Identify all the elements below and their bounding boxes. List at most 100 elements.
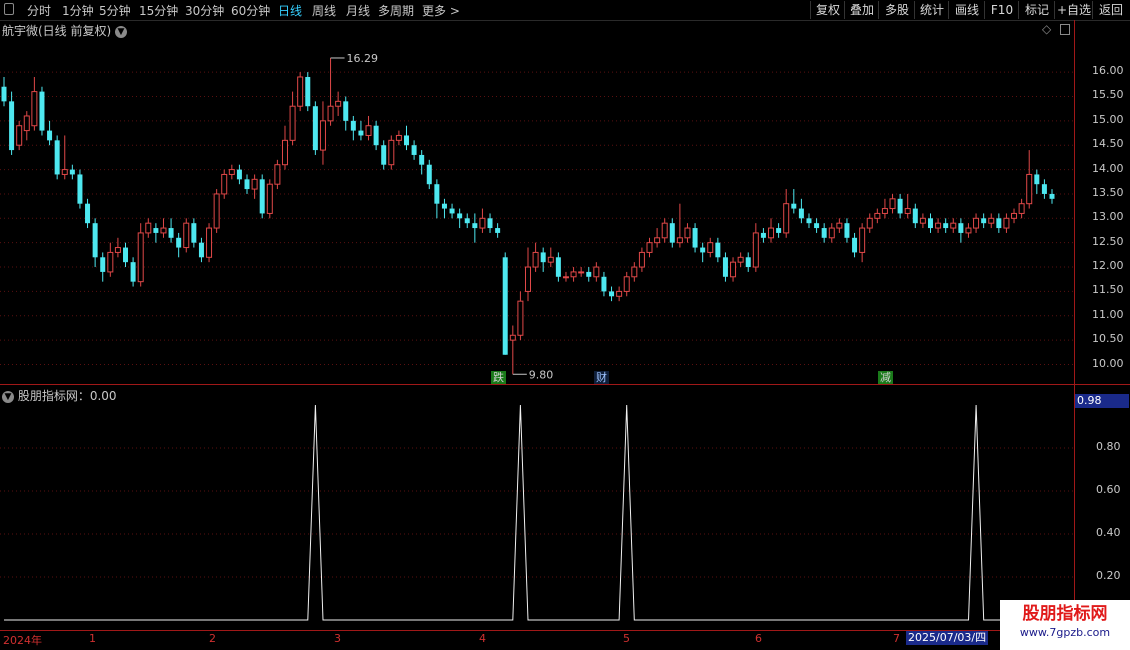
candle — [350, 115, 356, 141]
candle — [145, 218, 152, 238]
add-watchlist-button[interactable]: +自选 — [1054, 1, 1093, 19]
candle — [547, 247, 554, 268]
candle — [646, 237, 653, 258]
price-tick-label: 14.00 — [1092, 161, 1124, 175]
candle — [228, 164, 235, 180]
tab-1min[interactable]: 1分钟 — [62, 2, 94, 19]
candle — [77, 169, 83, 209]
candle — [1003, 213, 1010, 233]
candle — [700, 242, 706, 263]
price-tick-label: 16.00 — [1092, 64, 1124, 78]
candle — [881, 198, 888, 219]
event-tag-cai[interactable]: 财 — [594, 371, 609, 384]
price-tick-label: 13.00 — [1092, 210, 1124, 224]
price-axis-border — [1074, 20, 1075, 630]
candle — [1, 76, 7, 107]
stock-title: 航宇微(日线 前复权) — [2, 24, 112, 38]
candle — [821, 223, 827, 243]
candle — [487, 213, 493, 233]
candle — [419, 150, 425, 175]
indicator-tick-label: 0.60 — [1096, 483, 1121, 496]
candle — [836, 218, 843, 233]
draw-line-button[interactable]: 画线 — [948, 1, 985, 19]
tab-monthly[interactable]: 月线 — [346, 2, 370, 19]
candle — [289, 91, 296, 146]
back-button[interactable]: 返回 — [1092, 1, 1129, 19]
multi-stock-button[interactable]: 多股 — [878, 1, 915, 19]
candle — [434, 179, 440, 219]
candle — [69, 164, 75, 180]
indicator-line — [4, 404, 1052, 621]
chevron-down-icon[interactable]: ▼ — [115, 25, 128, 38]
low-marker: 9.80 — [512, 368, 553, 381]
panel-toggle-icon[interactable] — [1060, 24, 1070, 35]
price-tick-label: 11.00 — [1092, 307, 1124, 321]
overlay-button[interactable]: 叠加 — [844, 1, 879, 19]
candle — [570, 267, 577, 282]
tab-5min[interactable]: 5分钟 — [99, 2, 131, 19]
main-pane-title-row: 航宇微(日线 前复权) ▼ — [2, 22, 128, 39]
candle — [381, 140, 387, 170]
mark-button[interactable]: 标记 — [1018, 1, 1055, 19]
candle — [213, 189, 220, 233]
time-label-year: 2024年 — [3, 634, 42, 647]
diamond-icon[interactable]: ◇ — [1042, 22, 1051, 36]
time-label-m4: 4 — [479, 632, 486, 645]
tab-15min[interactable]: 15分钟 — [139, 2, 178, 19]
window-toggle-icon[interactable] — [4, 3, 14, 15]
candle — [114, 237, 121, 258]
event-tag-die[interactable]: 跌 — [491, 371, 506, 384]
candle — [798, 198, 804, 224]
candle — [676, 203, 683, 248]
candle — [130, 257, 136, 287]
candle — [730, 257, 737, 282]
price-tick-label: 14.50 — [1092, 137, 1124, 151]
price-tick-label: 10.50 — [1092, 332, 1124, 346]
event-tag-jian[interactable]: 减 — [878, 371, 893, 384]
tab-30min[interactable]: 30分钟 — [185, 2, 224, 19]
time-label-m2: 2 — [209, 632, 216, 645]
tab-weekly[interactable]: 周线 — [312, 2, 336, 19]
tab-fenshi[interactable]: 分时 — [27, 2, 51, 19]
candle — [221, 169, 228, 199]
tab-more[interactable]: 更多 > — [422, 2, 460, 19]
candle — [305, 72, 311, 112]
tab-daily[interactable]: 日线 — [278, 2, 302, 19]
candle — [449, 203, 455, 219]
candle — [745, 252, 751, 272]
candle — [327, 57, 334, 126]
candle — [236, 164, 242, 185]
candle — [39, 86, 45, 136]
indicator-tick-label: 0.20 — [1096, 569, 1121, 582]
tab-60min[interactable]: 60分钟 — [231, 2, 270, 19]
tab-multi-period[interactable]: 多周期 — [378, 2, 414, 19]
candle — [814, 218, 820, 233]
candle — [791, 189, 797, 214]
candle — [274, 159, 281, 190]
candle — [160, 218, 167, 238]
price-tick-label: 13.50 — [1092, 185, 1124, 199]
f10-button[interactable]: F10 — [984, 1, 1019, 19]
statistics-button[interactable]: 统计 — [914, 1, 949, 19]
candle — [251, 174, 258, 199]
candlestick-chart[interactable]: 16.29 9.80 — [0, 38, 1074, 384]
candle — [411, 140, 417, 160]
candle — [684, 223, 691, 243]
candle — [609, 286, 615, 302]
candle — [198, 237, 204, 263]
candle — [183, 218, 190, 253]
price-tick-label: 11.50 — [1092, 283, 1124, 297]
candle — [1018, 198, 1025, 219]
candle — [23, 111, 30, 141]
indicator-chart[interactable] — [0, 395, 1074, 630]
candle — [806, 213, 812, 229]
candle — [244, 174, 250, 194]
candle — [335, 91, 342, 116]
candle — [168, 218, 174, 243]
candle — [927, 213, 933, 233]
candle — [616, 286, 623, 302]
candle — [123, 242, 129, 268]
candle — [852, 232, 858, 258]
fuquan-button[interactable]: 复权 — [810, 1, 845, 19]
candle — [92, 218, 98, 268]
